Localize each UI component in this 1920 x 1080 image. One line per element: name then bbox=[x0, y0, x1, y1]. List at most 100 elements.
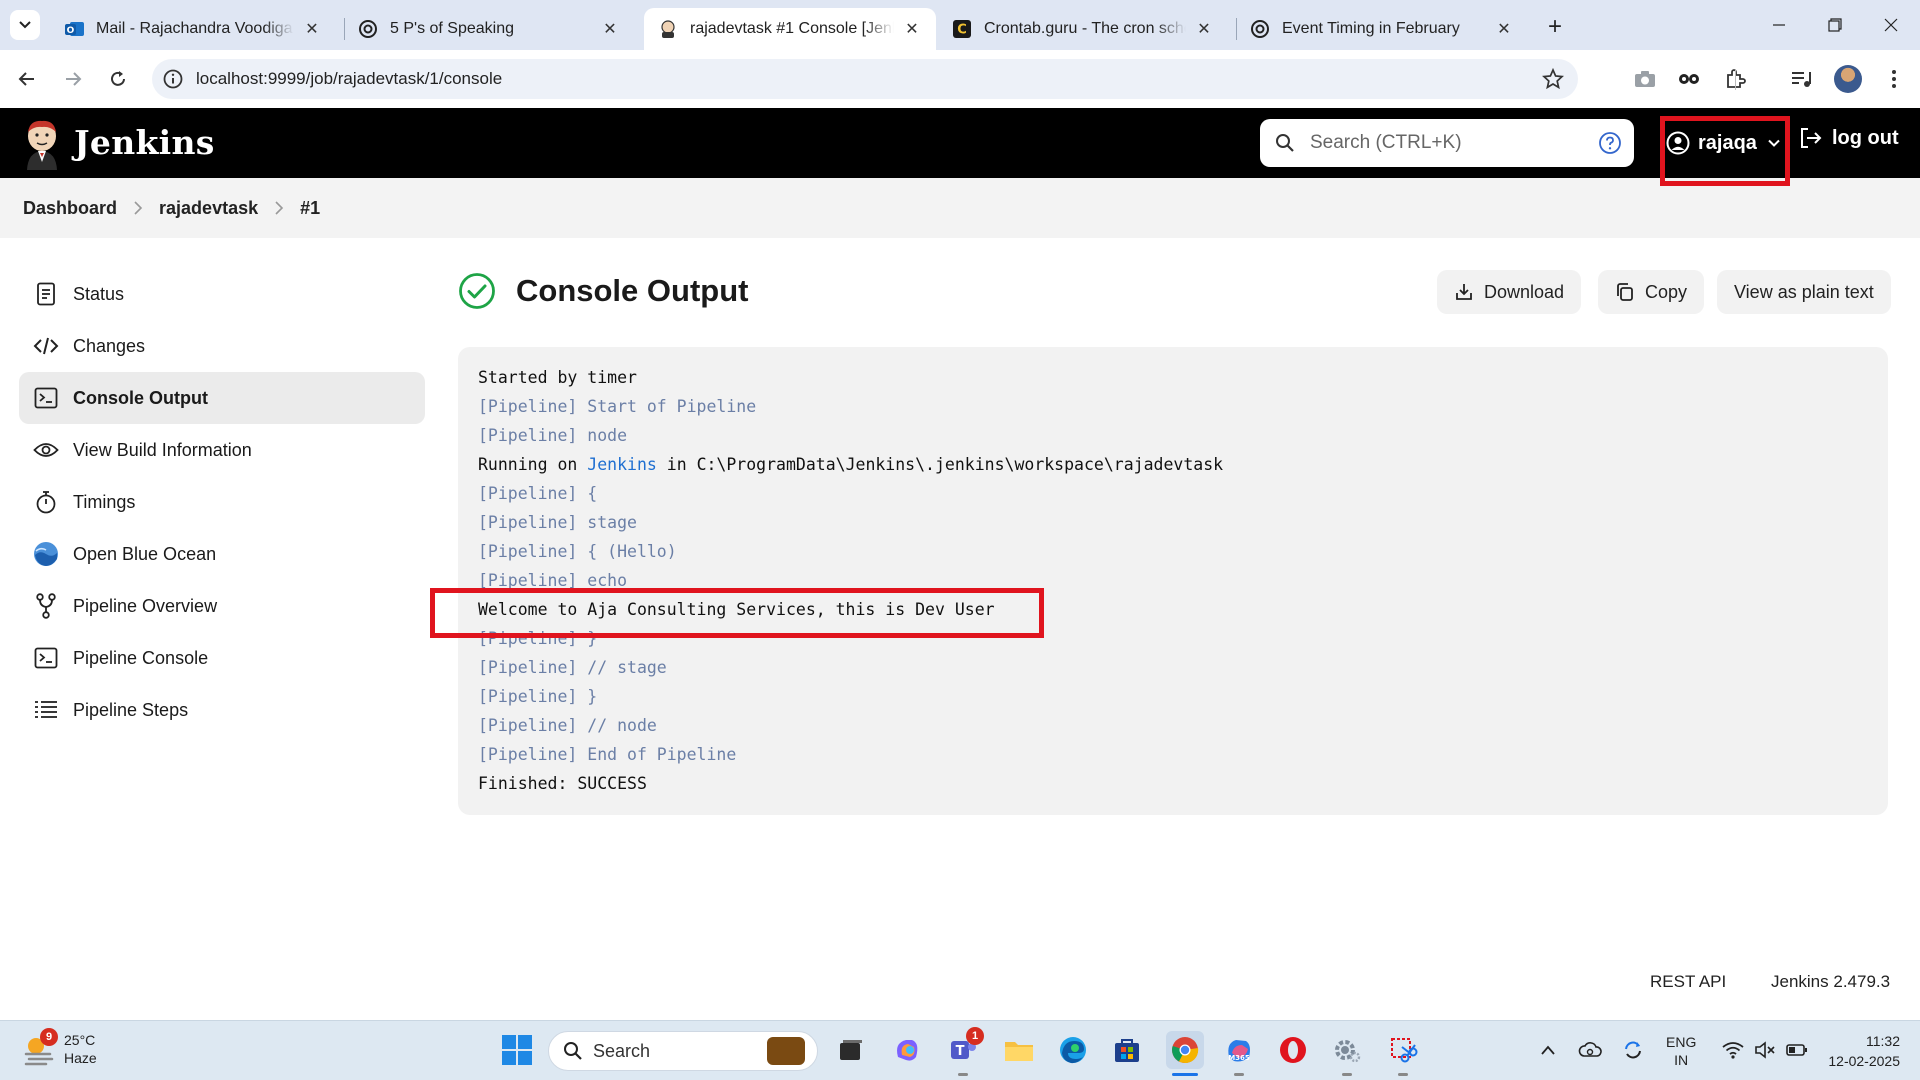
download-button[interactable]: Download bbox=[1437, 270, 1582, 314]
m365-icon[interactable]: M365 bbox=[1222, 1033, 1256, 1067]
restore-button[interactable] bbox=[1806, 0, 1864, 50]
media-control-icon[interactable] bbox=[1788, 66, 1814, 92]
download-label: Download bbox=[1484, 281, 1565, 302]
minimize-button[interactable] bbox=[1750, 0, 1808, 50]
terminal-icon bbox=[33, 645, 59, 671]
svg-text:T: T bbox=[956, 1044, 965, 1059]
volume-muted-icon[interactable] bbox=[1754, 1040, 1776, 1062]
sidebar-item-pipeline-console[interactable]: Pipeline Console bbox=[19, 632, 425, 684]
weather-haze-icon: 9 bbox=[22, 1028, 58, 1066]
jenkins-icon bbox=[658, 19, 678, 39]
branch-icon bbox=[33, 593, 59, 619]
teams-icon[interactable]: T 1 bbox=[946, 1027, 984, 1067]
active-indicator bbox=[1172, 1073, 1198, 1076]
battery-icon[interactable] bbox=[1786, 1043, 1808, 1060]
breadcrumb: Dashboard rajadevtask #1 bbox=[0, 178, 1920, 238]
close-icon[interactable]: ✕ bbox=[902, 19, 922, 39]
help-icon[interactable] bbox=[1598, 131, 1622, 155]
wifi-icon[interactable] bbox=[1722, 1041, 1744, 1062]
sidebar-item-pipeline-overview[interactable]: Pipeline Overview bbox=[19, 580, 425, 632]
jenkins-version-link[interactable]: Jenkins 2.479.3 bbox=[1771, 972, 1890, 992]
address-bar[interactable]: localhost:9999/job/rajadevtask/1/console bbox=[152, 59, 1578, 99]
weather-widget[interactable]: 9 25°C Haze bbox=[22, 1028, 97, 1067]
close-icon[interactable]: ✕ bbox=[600, 19, 620, 39]
close-icon[interactable]: ✕ bbox=[1194, 19, 1214, 39]
arrow-left-icon bbox=[18, 72, 34, 86]
taskbar-search[interactable]: Search bbox=[548, 1031, 818, 1071]
back-button[interactable] bbox=[12, 64, 42, 94]
forward-button[interactable] bbox=[58, 64, 88, 94]
view-plain-text-button[interactable]: View as plain text bbox=[1717, 270, 1891, 314]
settings-gear-icon[interactable] bbox=[1330, 1033, 1364, 1067]
sidebar-item-label: Open Blue Ocean bbox=[73, 543, 217, 564]
reload-button[interactable] bbox=[103, 64, 133, 94]
annotation-highlight-welcome bbox=[430, 588, 1044, 638]
chevron-down-icon bbox=[19, 21, 31, 29]
bookmark-star-icon[interactable] bbox=[1542, 68, 1564, 90]
cloud-sync-icon[interactable] bbox=[1578, 1041, 1602, 1062]
tab-jenkins-console[interactable]: rajadevtask #1 Console [Jenkins] ✕ bbox=[644, 8, 936, 50]
sidebar-item-label: Timings bbox=[73, 491, 136, 512]
sidebar-item-changes[interactable]: Changes bbox=[19, 320, 425, 372]
tab-title: rajadevtask #1 Console [Jenkins] bbox=[690, 20, 894, 37]
tab-crontab-guru[interactable]: C Crontab.guru - The cron schedule expre… bbox=[938, 8, 1228, 50]
logout-icon bbox=[1801, 128, 1822, 148]
jenkins-search-box[interactable] bbox=[1260, 119, 1634, 167]
rest-api-link[interactable]: REST API bbox=[1650, 972, 1726, 992]
show-hidden-icons-chevron-up-icon[interactable] bbox=[1540, 1043, 1556, 1059]
browser-toolbar: localhost:9999/job/rajadevtask/1/console bbox=[0, 50, 1920, 108]
url-text[interactable]: localhost:9999/job/rajadevtask/1/console bbox=[196, 69, 502, 89]
svg-text:O: O bbox=[67, 26, 75, 36]
sidebar-item-status[interactable]: Status bbox=[19, 268, 425, 320]
sidebar-item-open-blue-ocean[interactable]: Open Blue Ocean bbox=[19, 528, 425, 580]
code-icon bbox=[33, 333, 59, 359]
outlook-icon: O bbox=[64, 19, 84, 39]
close-icon[interactable]: ✕ bbox=[302, 19, 322, 39]
tab-title: Event Timing in February bbox=[1282, 20, 1460, 37]
task-view-icon[interactable] bbox=[834, 1033, 868, 1067]
tab-5ps-speaking[interactable]: 5 P's of Speaking ✕ bbox=[344, 8, 634, 50]
tab-outlook[interactable]: O Mail - Rajachandra Voodiga - Outlook ✕ bbox=[50, 8, 336, 50]
screenshot-camera-icon[interactable] bbox=[1632, 66, 1658, 92]
download-icon bbox=[1456, 284, 1472, 300]
microsoft-store-icon[interactable] bbox=[1110, 1033, 1144, 1067]
sidebar-item-label: View Build Information bbox=[73, 439, 252, 460]
site-info-icon[interactable] bbox=[162, 68, 184, 90]
sidebar: Status Changes Console Output View Build… bbox=[19, 268, 425, 736]
taskbar-clock[interactable]: 11:32 12-02-2025 bbox=[1818, 1031, 1900, 1071]
edge-icon[interactable] bbox=[1056, 1033, 1090, 1067]
copy-button[interactable]: Copy bbox=[1598, 270, 1705, 314]
eye-icon bbox=[33, 437, 59, 463]
jenkins-search-input[interactable] bbox=[1310, 129, 1580, 157]
opera-icon[interactable] bbox=[1276, 1033, 1310, 1067]
node-link[interactable]: Jenkins bbox=[587, 455, 657, 474]
snipping-tool-icon[interactable] bbox=[1386, 1033, 1420, 1067]
new-tab-button[interactable]: + bbox=[1540, 12, 1570, 42]
breadcrumb-job[interactable]: rajadevtask bbox=[159, 198, 258, 219]
logout-link[interactable]: log out bbox=[1798, 126, 1899, 150]
start-button[interactable] bbox=[502, 1035, 532, 1065]
close-window-button[interactable] bbox=[1862, 0, 1920, 50]
browser-menu-button[interactable] bbox=[1882, 66, 1906, 92]
jenkins-logo-icon[interactable] bbox=[22, 118, 62, 170]
sidebar-item-console-output[interactable]: Console Output bbox=[19, 372, 425, 424]
sidebar-item-view-build-info[interactable]: View Build Information bbox=[19, 424, 425, 476]
close-icon[interactable]: ✕ bbox=[1494, 19, 1514, 39]
console-text: Running on bbox=[478, 455, 588, 474]
tab-event-timing[interactable]: Event Timing in February ✕ bbox=[1236, 8, 1528, 50]
breadcrumb-build[interactable]: #1 bbox=[300, 198, 320, 219]
chrome-icon[interactable] bbox=[1166, 1031, 1204, 1069]
sync-icon[interactable] bbox=[1622, 1039, 1644, 1064]
stopwatch-icon bbox=[33, 489, 59, 515]
sidebar-item-pipeline-steps[interactable]: Pipeline Steps bbox=[19, 684, 425, 736]
extension-glasses-icon[interactable] bbox=[1676, 66, 1702, 92]
jenkins-brand[interactable]: Jenkins bbox=[74, 123, 215, 162]
tab-search-button[interactable] bbox=[10, 10, 40, 40]
sidebar-item-timings[interactable]: Timings bbox=[19, 476, 425, 528]
breadcrumb-dashboard[interactable]: Dashboard bbox=[23, 198, 117, 219]
language-indicator[interactable]: ENG IN bbox=[1666, 1033, 1696, 1069]
copilot-icon[interactable] bbox=[890, 1033, 924, 1067]
profile-avatar[interactable] bbox=[1834, 65, 1862, 93]
file-explorer-icon[interactable] bbox=[1002, 1033, 1036, 1067]
running-indicator bbox=[1398, 1073, 1408, 1076]
